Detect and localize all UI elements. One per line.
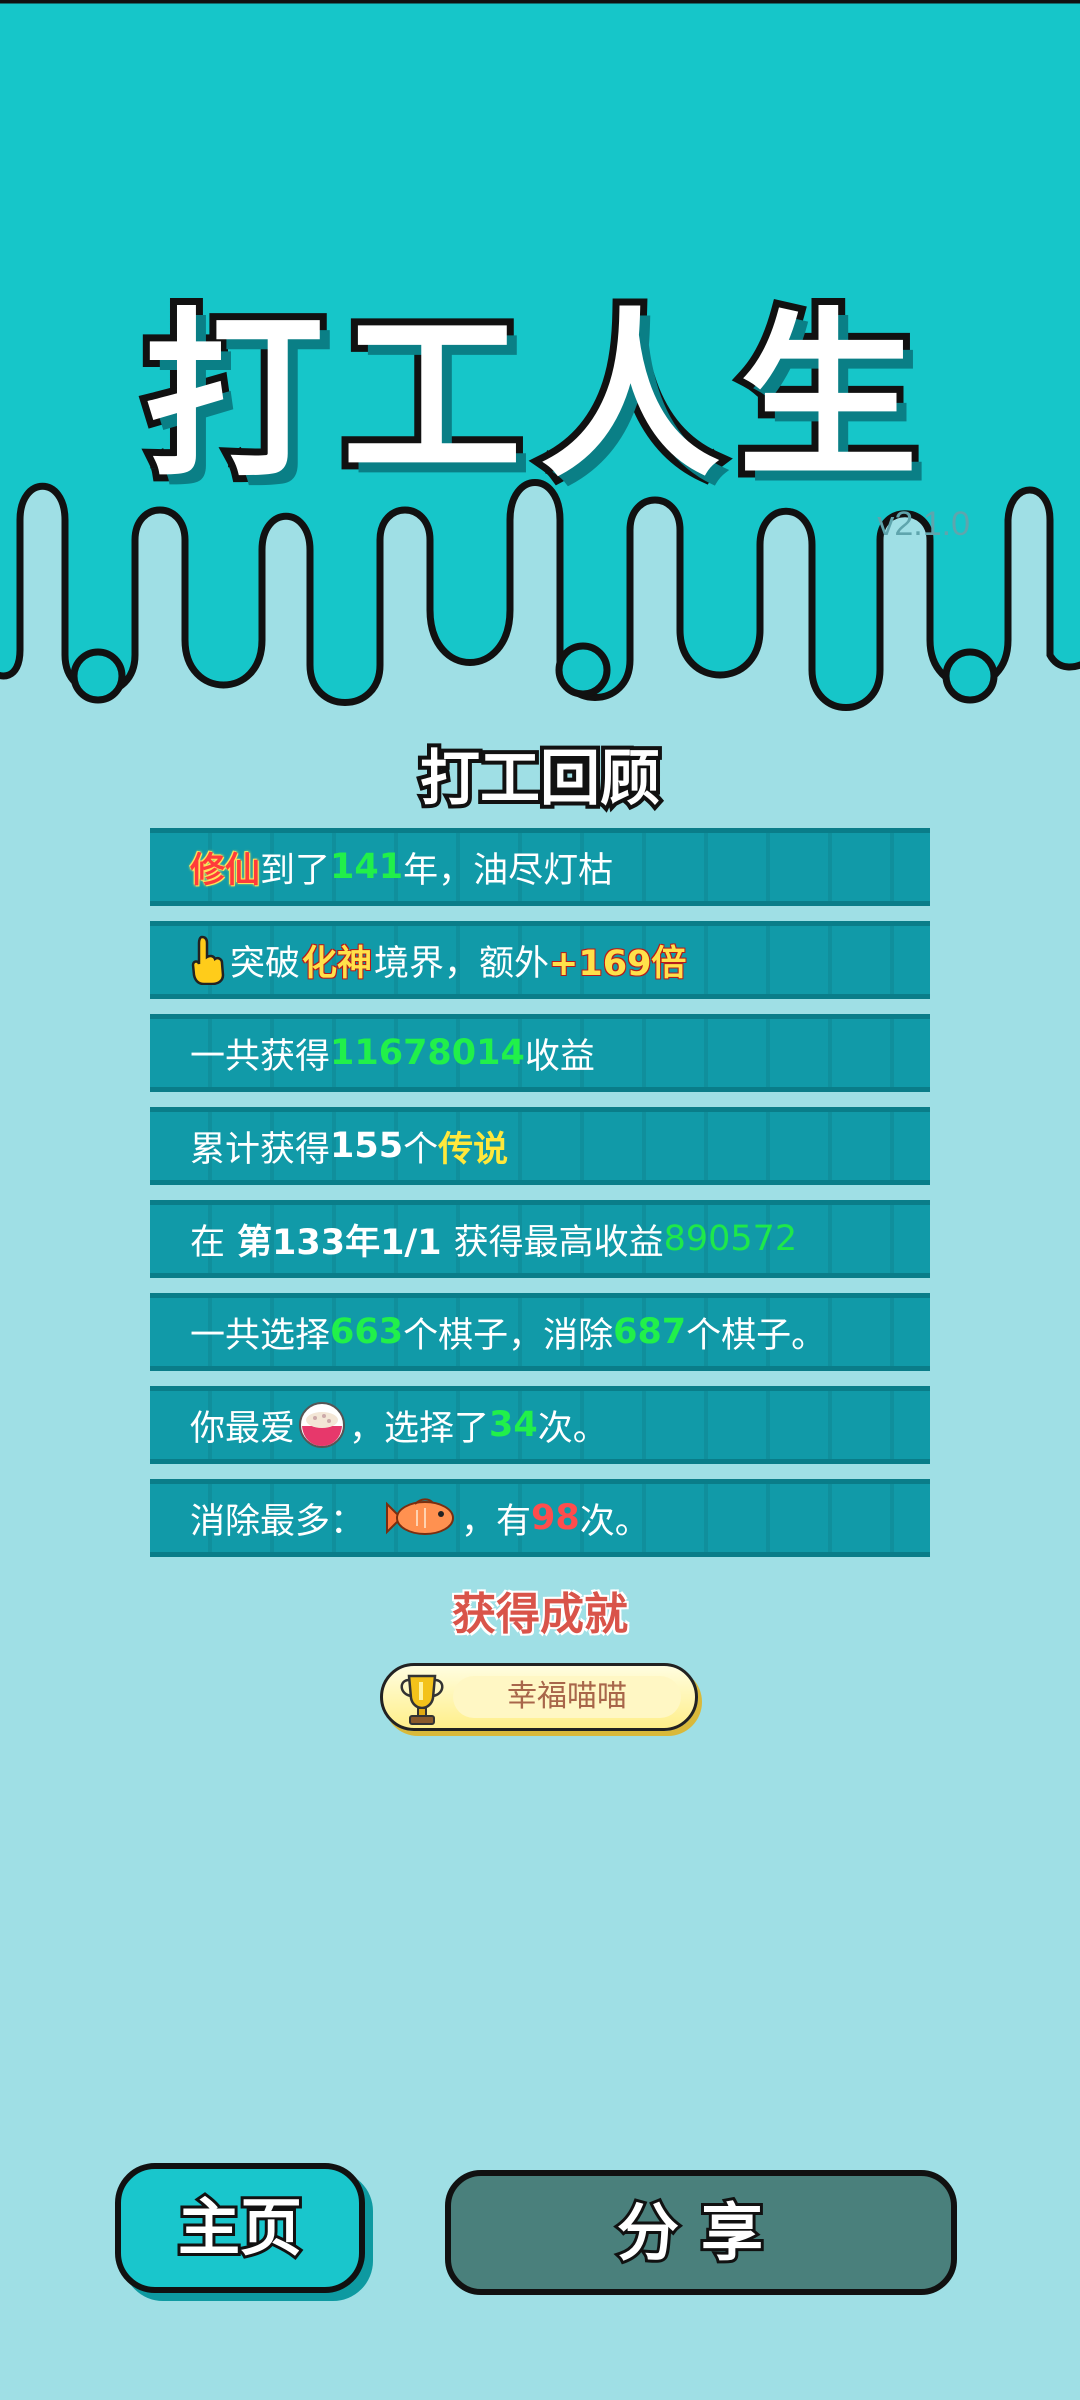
fish-icon [386,1498,455,1535]
most-eliminated-count: 98 [531,1498,580,1538]
review-row-legends: 累计获得 155 个 传说 [150,1107,930,1185]
row-text: 累计获得 [190,1129,331,1170]
review-title: 打工回顾 [416,740,664,818]
rice-bowl-icon [299,1402,346,1448]
row-text: 收益 [524,1036,595,1077]
row-text: ，有 [461,1501,532,1542]
achievement-label: 幸福喵喵 [453,1676,681,1718]
review-row-breakthrough: 突破 化神 境界，额外 +169倍 [150,921,930,999]
review-row-best-income: 在 第133年1/1 获得最高收益 890572 [150,1200,930,1278]
best-date: 第133年1/1 [237,1222,442,1263]
review-row-favorite: 你最爱 ，选择了 34 次。 [150,1386,930,1464]
row-text: ，选择了 [349,1408,490,1449]
years-value: 141 [330,847,404,887]
review-row-total-income: 一共获得 11678014 收益 [150,1014,930,1092]
row-text: 个 [403,1129,439,1170]
row-text: 获得最高收益 [453,1222,664,1263]
review-row-pieces: 一共选择 663 个棋子，消除 687 个棋子。 [150,1293,930,1371]
row-text: 一共获得 [190,1036,331,1077]
income-value: 11678014 [330,1033,525,1073]
selected-count: 663 [330,1312,404,1352]
favorite-count: 34 [489,1405,538,1445]
bonus-multiplier: +169倍 [549,943,687,984]
review-list: 修仙 到了 141 年，油尽灯枯 突破 化神 境界，额外 +169倍 一共获得 … [150,828,930,1572]
row-text: 境界，额外 [374,943,550,984]
trophy-icon [400,1674,444,1725]
row-text: 你最爱 [190,1408,296,1449]
review-row-most-eliminated: 消除最多： ，有 98 次。 [150,1479,930,1557]
row-text: 在 [190,1222,226,1263]
version-label: v2.1.0 [877,505,970,543]
home-button[interactable]: 主页 [115,2163,365,2293]
achievements-title: 获得成就 [452,1589,628,1640]
legend-count: 155 [330,1126,404,1166]
share-button[interactable]: 分享 [445,2170,957,2295]
eliminated-count: 687 [613,1312,687,1352]
row-text: 消除最多： [190,1501,366,1542]
row-text: 次。 [537,1408,608,1449]
row-text: 年，油尽灯枯 [403,850,614,891]
app-title: 打工人生 [137,286,936,509]
row-text: 个棋子，消除 [403,1315,614,1356]
row-text: 到了 [260,850,331,891]
realm-name: 化神 [302,943,373,984]
achievement-badge[interactable]: 幸福喵喵 [380,1663,698,1731]
best-income-value: 890572 [663,1219,798,1259]
row-text: 个棋子。 [686,1315,827,1356]
pointing-hand-icon [191,935,225,985]
realm-highlight: 修仙 [190,850,261,891]
review-row-cultivation: 修仙 到了 141 年，油尽灯枯 [150,828,930,906]
legend-label: 传说 [438,1129,509,1170]
row-text: 突破 [230,943,301,984]
row-text: 次。 [579,1501,650,1542]
row-text: 一共选择 [190,1315,331,1356]
